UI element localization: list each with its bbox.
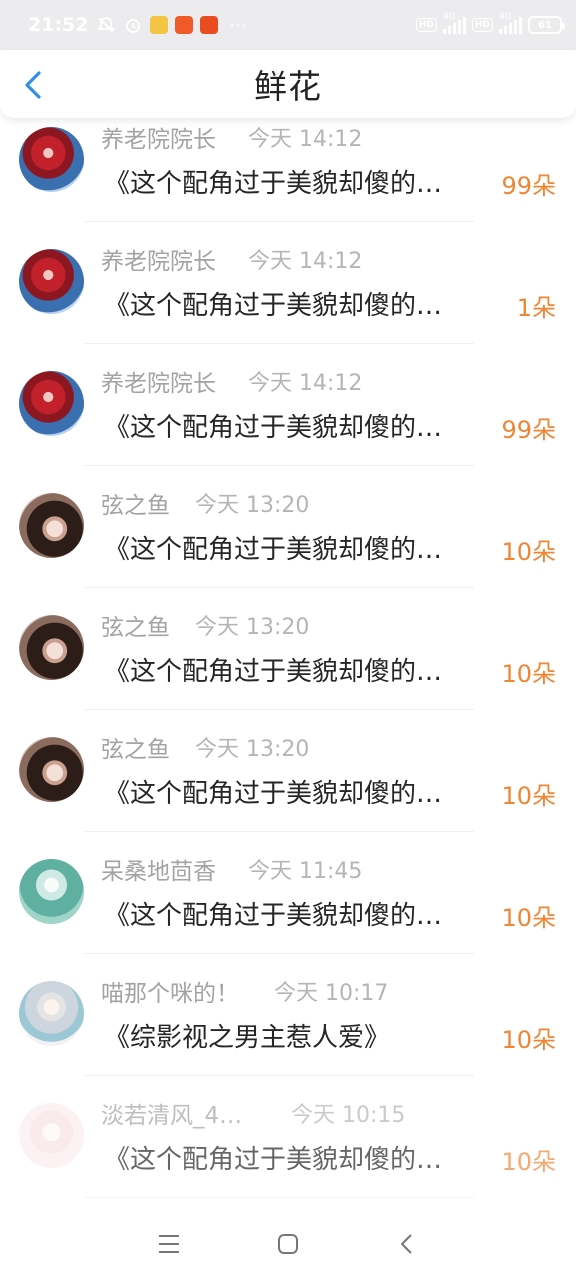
status-time: 21:52	[28, 14, 89, 36]
flower-count: 10朵	[501, 904, 556, 932]
send-time: 今天 11:45	[248, 859, 363, 884]
book-title[interactable]: 《这个配角过于美貌却傻的…	[104, 1139, 496, 1176]
flower-count: 10朵	[501, 1026, 556, 1054]
hd-badge-2: HD	[471, 18, 493, 32]
book-title[interactable]: 《这个配角过于美貌却傻的…	[104, 529, 496, 566]
list-item[interactable]: 喵那个咪的！ 今天 10:17 《综影视之男主惹人爱》 10朵	[0, 954, 576, 1076]
avatar[interactable]	[19, 493, 84, 558]
sender-name[interactable]: 弦之鱼	[101, 486, 170, 520]
signal-label-1: 4G	[442, 12, 456, 22]
status-bar: 21:52 ··· HD 4G HD 4G 61	[0, 0, 576, 50]
sender-name[interactable]: 养老院院长	[101, 242, 216, 276]
avatar[interactable]	[19, 737, 84, 802]
list-item[interactable]: 弦之鱼 今天 13:20 《这个配角过于美貌却傻的… 10朵	[0, 466, 576, 588]
avatar[interactable]	[19, 615, 84, 680]
send-time: 今天 13:20	[195, 737, 310, 762]
signal-label-2: 4G	[499, 12, 512, 22]
app-icon-wechat	[150, 16, 169, 34]
alarm-icon	[123, 15, 143, 35]
book-title[interactable]: 《这个配角过于美貌却傻的…	[104, 895, 496, 932]
sender-name[interactable]: 呆桑地茴香	[101, 852, 216, 886]
battery-level: 61	[538, 19, 552, 31]
avatar[interactable]	[19, 127, 84, 192]
sender-name[interactable]: 养老院院长	[101, 120, 216, 154]
status-right-icons: HD 4G HD 4G 61	[415, 12, 565, 34]
nav-back-button[interactable]	[387, 1224, 427, 1264]
flower-count: 10朵	[501, 538, 556, 566]
avatar[interactable]	[19, 859, 84, 924]
sender-name[interactable]: 淡若清风_4…	[101, 1096, 242, 1130]
chevron-left-icon	[25, 71, 41, 99]
battery-icon: 61	[528, 16, 565, 34]
book-title[interactable]: 《这个配角过于美貌却傻的…	[104, 285, 496, 322]
page-title: 鲜花	[254, 67, 322, 106]
flower-count: 99朵	[501, 172, 556, 200]
screen: 21:52 ··· HD 4G HD 4G 61 鲜花 养老院院长 今天 14:…	[0, 0, 576, 1280]
system-nav-bar	[0, 1208, 576, 1280]
status-left-icons: ···	[96, 15, 247, 35]
avatar[interactable]	[19, 249, 84, 314]
nav-home-button[interactable]	[268, 1224, 308, 1264]
status-more: ···	[229, 15, 248, 35]
flower-count: 1朵	[516, 294, 556, 322]
back-triangle-icon	[400, 1234, 412, 1254]
app-icon-store	[200, 16, 219, 34]
book-title[interactable]: 《综影视之男主惹人爱》	[104, 1017, 496, 1054]
list-item[interactable]: 养老院院长 今天 14:12 《这个配角过于美貌却傻的… 99朵	[0, 100, 576, 222]
list-item[interactable]: 淡若清风_4… 今天 10:15 《这个配角过于美貌却傻的… 10朵	[0, 1076, 576, 1198]
app-header: 鲜花	[0, 50, 576, 118]
app-icon-shop	[175, 16, 194, 34]
list-item[interactable]: 弦之鱼 今天 13:20 《这个配角过于美貌却傻的… 10朵	[0, 710, 576, 832]
home-square-icon	[277, 1234, 298, 1254]
book-title[interactable]: 《这个配角过于美貌却傻的…	[104, 163, 496, 200]
sender-name[interactable]: 养老院院长	[101, 364, 216, 398]
sender-name[interactable]: 弦之鱼	[101, 608, 170, 642]
flower-list: 养老院院长 今天 14:12 《这个配角过于美貌却傻的… 99朵 养老院院长 今天 14:…	[0, 100, 576, 1198]
send-time: 今天 13:20	[195, 615, 310, 640]
list-item[interactable]: 养老院院长 今天 14:12 《这个配角过于美貌却傻的… 99朵	[0, 344, 576, 466]
signal-icon-1: 4G	[442, 12, 466, 34]
send-time: 今天 14:12	[248, 249, 363, 274]
avatar[interactable]	[19, 1103, 84, 1168]
flower-count: 10朵	[501, 782, 556, 810]
row-divider	[84, 1197, 474, 1198]
flower-count: 99朵	[501, 416, 556, 444]
book-title[interactable]: 《这个配角过于美貌却傻的…	[104, 773, 496, 810]
back-button[interactable]	[18, 68, 48, 102]
send-time: 今天 10:15	[291, 1103, 406, 1128]
list-item[interactable]: 养老院院长 今天 14:12 《这个配角过于美貌却傻的… 1朵	[0, 222, 576, 344]
list-item[interactable]: 呆桑地茴香 今天 11:45 《这个配角过于美貌却傻的… 10朵	[0, 832, 576, 954]
send-time: 今天 10:17	[274, 981, 389, 1006]
send-time: 今天 14:12	[248, 127, 363, 152]
nav-menu-button[interactable]	[149, 1224, 189, 1264]
flower-count: 10朵	[501, 660, 556, 688]
avatar[interactable]	[19, 981, 84, 1046]
hd-badge-1: HD	[415, 18, 437, 32]
send-time: 今天 13:20	[195, 493, 310, 518]
send-time: 今天 14:12	[248, 371, 363, 396]
list-item[interactable]: 弦之鱼 今天 13:20 《这个配角过于美貌却傻的… 10朵	[0, 588, 576, 710]
avatar[interactable]	[19, 371, 84, 436]
book-title[interactable]: 《这个配角过于美貌却傻的…	[104, 407, 496, 444]
bell-off-icon	[96, 15, 116, 35]
book-title[interactable]: 《这个配角过于美貌却傻的…	[104, 651, 496, 688]
signal-icon-2: 4G	[499, 12, 522, 34]
flower-count: 10朵	[501, 1148, 556, 1176]
menu-icon	[159, 1235, 180, 1253]
sender-name[interactable]: 喵那个咪的！	[101, 974, 239, 1008]
sender-name[interactable]: 弦之鱼	[101, 730, 170, 764]
